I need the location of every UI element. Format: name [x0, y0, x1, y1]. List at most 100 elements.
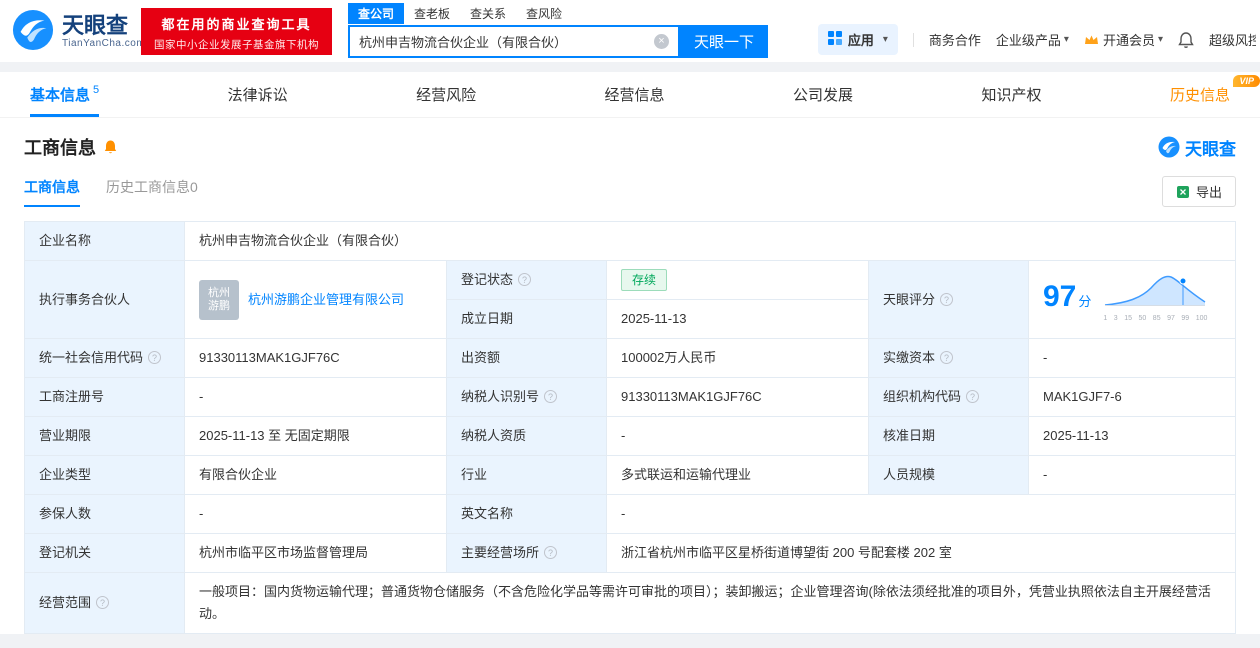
nav-super-risk[interactable]: 超级风控 [1209, 30, 1256, 49]
field-insured-count-value: - [184, 494, 447, 534]
field-org-code-label: 组织机构代码? [868, 377, 1029, 417]
section-title: 工商信息 [24, 138, 96, 158]
notification-bell-icon[interactable] [1178, 31, 1194, 49]
apps-menu[interactable]: 应用 ▾ [817, 24, 898, 55]
brand-name: 天眼查 [62, 12, 129, 38]
tab-history-info[interactable]: 历史信息 VIP [1169, 72, 1260, 117]
nav-enterprise-products-label: 企业级产品 [995, 33, 1061, 48]
subscribe-bell-icon[interactable] [103, 139, 118, 155]
score-unit: 分 [1078, 294, 1092, 309]
table-row: 营业期限 2025-11-13 至 无固定期限 纳税人资质 - 核准日期 202… [24, 416, 1236, 456]
nav-enterprise-products[interactable]: 企业级产品 ▾ [996, 30, 1069, 49]
tab-legal-litigation[interactable]: 法律诉讼 [228, 72, 288, 117]
apps-menu-label: 应用 [847, 33, 874, 48]
brand-domain: TianYanCha.com [62, 38, 146, 50]
tab-intellectual-property[interactable]: 知识产权 [981, 72, 1041, 117]
promo-banner-line2: 国家中小企业发展子基金旗下机构 [154, 39, 319, 51]
tab-operation-risk-label: 经营风险 [416, 87, 477, 104]
table-row: 执行事务合伙人 杭州 游鹏 杭州游鹏企业管理有限公司 登记状态? 存续 天眼评分… [24, 260, 1236, 339]
field-executive-partner-label: 执行事务合伙人 [24, 260, 185, 339]
company-section-tabs: 基本信息 5 法律诉讼 经营风险 经营信息 公司发展 知识产权 历史信息 VIP [0, 72, 1260, 118]
field-taxpayer-quality-label: 纳税人资质 [446, 416, 607, 456]
field-staff-size-value: - [1028, 455, 1236, 495]
top-header: 天眼查 TianYanCha.com 都在用的商业查询工具 国家中小企业发展子基… [0, 0, 1260, 62]
partner-company-logo[interactable]: 杭州 游鹏 [199, 279, 239, 320]
nav-business-cooperation[interactable]: 商务合作 [929, 30, 981, 49]
field-org-code-value: MAK1GJF7-6 [1028, 377, 1236, 417]
export-button[interactable]: 导出 [1161, 176, 1236, 207]
tab-basic-info[interactable]: 基本信息 5 [30, 72, 100, 117]
chevron-down-icon: ▾ [1157, 34, 1163, 45]
field-reg-number-label: 工商注册号 [24, 377, 185, 417]
field-english-name-label: 英文名称 [446, 494, 607, 534]
field-establish-date-value: 2025-11-13 [606, 299, 869, 339]
subtab-business-info[interactable]: 工商信息 [24, 177, 80, 207]
field-approval-date-value: 2025-11-13 [1028, 416, 1236, 456]
export-excel-icon [1176, 185, 1190, 199]
help-icon[interactable]: ? [966, 390, 980, 403]
score-curve-chart [1105, 275, 1206, 306]
search-tab-risk[interactable]: 查风险 [516, 3, 572, 24]
search-tab-company[interactable]: 查公司 [348, 3, 405, 24]
help-icon[interactable]: ? [544, 546, 558, 559]
field-business-term-label: 营业期限 [24, 416, 185, 456]
field-industry-label: 行业 [446, 455, 607, 495]
tab-history-info-label: 历史信息 [1169, 87, 1230, 104]
tianyancha-watermark: 天眼查 [1158, 135, 1236, 160]
search-button[interactable]: 天眼一下 [680, 25, 768, 58]
tianyan-score: 97 分 [1043, 282, 1092, 313]
field-premises-label: 主要经营场所? [446, 533, 607, 573]
field-staff-size-label: 人员规模 [868, 455, 1029, 495]
tab-intellectual-property-label: 知识产权 [981, 87, 1042, 104]
help-icon[interactable]: ? [940, 351, 954, 364]
field-score-value: 97 分 1 3 15 50 85 97 99 100 [1028, 260, 1236, 339]
nav-open-vip-label: 开通会员 [1102, 33, 1155, 48]
field-taxpayer-quality-value: - [606, 416, 869, 456]
help-icon[interactable]: ? [148, 351, 162, 364]
score-chart-axis: 1 3 15 50 85 97 99 100 [1103, 315, 1208, 322]
field-company-name-value: 杭州申吉物流合伙企业（有限合伙） [184, 221, 1236, 261]
status-badge: 存续 [621, 269, 668, 291]
search-query-text: 杭州申吉物流合伙企业（有限合伙） [359, 35, 568, 50]
field-taxpayer-id-value: 91330113MAK1GJF76C [606, 377, 869, 417]
tab-basic-info-count: 5 [93, 83, 100, 96]
field-business-scope-value: 一般项目：国内货物运输代理；普通货物仓储服务（不含危险化学品等需许可审批的项目）… [184, 572, 1236, 634]
search-input[interactable]: 杭州申吉物流合伙企业（有限合伙） × [348, 25, 680, 58]
help-icon[interactable]: ? [96, 596, 110, 609]
tab-company-development[interactable]: 公司发展 [793, 72, 853, 117]
partner-company-link[interactable]: 杭州游鹏企业管理有限公司 [248, 289, 404, 311]
field-business-scope-label: 经营范围? [24, 572, 185, 634]
field-business-term-value: 2025-11-13 至 无固定期限 [184, 416, 447, 456]
promo-banner: 都在用的商业查询工具 国家中小企业发展子基金旗下机构 [141, 8, 332, 55]
field-company-type-label: 企业类型 [24, 455, 185, 495]
promo-banner-line1: 都在用的商业查询工具 [161, 17, 312, 32]
help-icon[interactable]: ? [544, 390, 558, 403]
nav-business-cooperation-label: 商务合作 [928, 33, 981, 48]
field-reg-status-label: 登记状态? [446, 260, 607, 300]
help-icon[interactable]: ? [940, 292, 954, 306]
apps-grid-icon [827, 31, 842, 48]
field-credit-code-label: 统一社会信用代码? [24, 338, 185, 378]
nav-open-vip[interactable]: 开通会员 ▾ [1084, 30, 1163, 49]
help-icon[interactable]: ? [518, 273, 532, 286]
chevron-down-icon: ▾ [1063, 34, 1069, 45]
nav-super-risk-label: 超级风控 [1209, 33, 1256, 48]
search-tab-boss[interactable]: 查老板 [404, 3, 460, 24]
subtab-history-business-info[interactable]: 历史工商信息0 [106, 177, 198, 207]
field-insured-count-label: 参保人数 [24, 494, 185, 534]
export-button-label: 导出 [1195, 185, 1222, 200]
search-tab-relation[interactable]: 查关系 [460, 3, 516, 24]
tianyancha-logo[interactable]: 天眼查 TianYanCha.com [12, 9, 145, 54]
clear-search-icon[interactable]: × [654, 34, 669, 49]
tab-operation-risk[interactable]: 经营风险 [416, 72, 476, 117]
table-row: 参保人数 - 英文名称 - [24, 494, 1236, 534]
table-row: 企业名称 杭州申吉物流合伙企业（有限合伙） [24, 221, 1236, 261]
field-approval-date-label: 核准日期 [868, 416, 1029, 456]
tab-operation-info[interactable]: 经营信息 [605, 72, 665, 117]
field-capital-label: 出资额 [446, 338, 607, 378]
chevron-down-icon: ▾ [882, 34, 888, 45]
business-info-table: 企业名称 杭州申吉物流合伙企业（有限合伙） 执行事务合伙人 杭州 游鹏 杭州游鹏… [24, 221, 1236, 634]
business-info-subtabs: 工商信息 历史工商信息0 [24, 177, 198, 207]
field-premises-value: 浙江省杭州市临平区星桥街道博望街 200 号配套楼 202 室 [606, 533, 1236, 573]
field-score-label: 天眼评分? [868, 260, 1029, 339]
